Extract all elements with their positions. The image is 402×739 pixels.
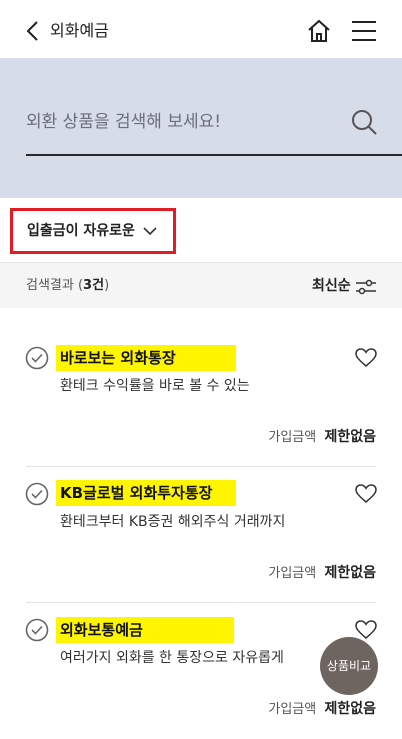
product-amount: 가입금액 제한없음 [268, 429, 376, 445]
home-icon[interactable] [306, 18, 332, 44]
heart-icon[interactable] [355, 620, 377, 640]
check-circle-icon[interactable] [25, 346, 49, 370]
app-header: 외화예금 [0, 0, 402, 58]
product-name-highlight: 외화보통예금 [56, 617, 234, 643]
product-item[interactable]: KB글로벌 외화투자통장 환테크부터 KB증권 해외주식 거래까지 가입금액 제… [0, 466, 402, 602]
heart-icon[interactable] [355, 348, 377, 368]
page-title: 외화예금 [50, 21, 109, 40]
product-name-highlight: KB글로벌 외화투자통장 [56, 480, 236, 506]
chevron-down-icon [143, 227, 157, 236]
product-item[interactable]: 바로보는 외화통장 환테크 수익률을 바로 볼 수 있는 가입금액 제한없음 [0, 330, 402, 466]
compare-products-button[interactable]: 상품비교 [320, 637, 378, 695]
search-underline [26, 154, 402, 156]
menu-icon[interactable] [352, 20, 376, 42]
result-count: 검색결과 (3건) [26, 278, 110, 293]
check-circle-icon[interactable] [25, 618, 49, 642]
product-name[interactable]: 외화보통예금 [60, 620, 143, 640]
product-name-highlight: 바로보는 외화통장 [56, 345, 236, 371]
product-description: 환테크부터 KB증권 해외주식 거래까지 [60, 514, 286, 530]
product-amount: 가입금액 제한없음 [268, 565, 376, 581]
product-amount: 가입금액 제한없음 [268, 701, 376, 717]
product-description: 여러가지 외화를 한 통장으로 자유롭게 [60, 650, 284, 666]
filter-label: 입출금이 자유로운 [27, 223, 135, 239]
back-arrow-icon[interactable] [24, 20, 42, 42]
product-name[interactable]: 바로보는 외화통장 [60, 348, 176, 368]
product-name[interactable]: KB글로벌 외화투자통장 [60, 483, 212, 503]
sort-button[interactable]: 최신순 [312, 276, 351, 296]
category-filter-dropdown[interactable]: 입출금이 자유로운 [10, 208, 176, 254]
search-input[interactable]: 외환 상품을 검색해 보세요! [26, 110, 221, 134]
result-bar: 검색결과 (3건) 최신순 [0, 262, 402, 308]
heart-icon[interactable] [355, 484, 377, 504]
check-circle-icon[interactable] [25, 482, 49, 506]
search-icon[interactable] [350, 108, 378, 136]
product-description: 환테크 수익률을 바로 볼 수 있는 [60, 378, 250, 394]
sort-filter-icon[interactable] [356, 279, 376, 295]
